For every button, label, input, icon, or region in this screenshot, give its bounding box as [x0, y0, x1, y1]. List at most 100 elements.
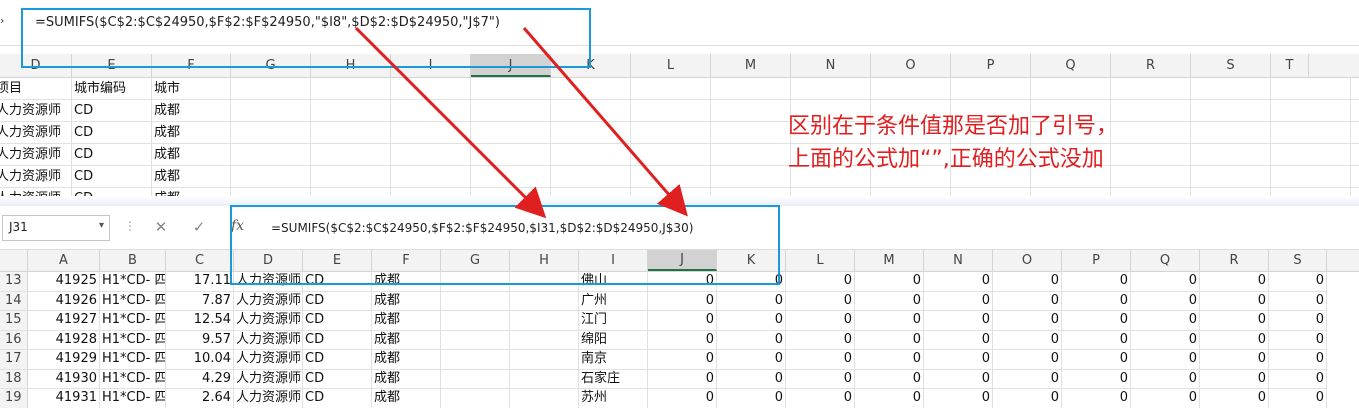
col-header[interactable]: L — [631, 54, 711, 77]
cell[interactable]: 0 — [1062, 369, 1131, 389]
col-header[interactable]: A — [28, 250, 100, 271]
cell[interactable]: 0 — [993, 350, 1062, 370]
cell[interactable]: 成都 — [152, 166, 231, 188]
cell[interactable]: 0 — [924, 272, 993, 292]
cell[interactable]: 绵阳 — [579, 330, 648, 350]
cell[interactable]: 0 — [717, 291, 786, 311]
fx-icon[interactable]: fx — [231, 218, 244, 234]
cell[interactable]: 人力资源师 — [234, 350, 303, 370]
cell[interactable]: H1*CD- 四, — [100, 291, 166, 311]
cell[interactable]: 0 — [648, 330, 717, 350]
col-header[interactable]: P — [1062, 250, 1131, 271]
cell[interactable]: H1*CD- 四, — [100, 272, 166, 292]
cell[interactable]: 人力资源师 — [0, 100, 72, 122]
cell[interactable]: 7.87 — [166, 291, 234, 311]
col-header[interactable]: G — [441, 250, 510, 271]
cell[interactable]: 41927 — [28, 311, 100, 331]
col-header[interactable]: P — [951, 54, 1031, 77]
cell[interactable]: 0 — [1062, 330, 1131, 350]
cell[interactable]: CD — [72, 144, 152, 166]
cell[interactable]: 0 — [1062, 350, 1131, 370]
cell[interactable]: 0 — [786, 330, 855, 350]
cell[interactable]: 佛山 — [579, 272, 648, 292]
cancel-icon[interactable]: ✕ — [150, 218, 172, 236]
cell[interactable]: CD — [303, 330, 372, 350]
cell[interactable] — [510, 369, 579, 389]
cell[interactable]: 0 — [786, 369, 855, 389]
col-header[interactable]: L — [786, 250, 855, 271]
row-header[interactable]: 13 — [0, 272, 28, 292]
cell[interactable]: 0 — [924, 291, 993, 311]
cell[interactable]: 0 — [1269, 291, 1327, 311]
cell[interactable]: 0 — [993, 389, 1062, 408]
cell[interactable]: 0 — [717, 330, 786, 350]
col-header[interactable]: M — [711, 54, 791, 77]
cell[interactable]: 41930 — [28, 369, 100, 389]
col-header[interactable]: K — [551, 54, 631, 77]
col-header[interactable]: E — [303, 250, 372, 271]
cell[interactable]: 0 — [1269, 350, 1327, 370]
cell[interactable]: 0 — [1269, 389, 1327, 408]
cell[interactable]: H1*CD- 四, — [100, 311, 166, 331]
cell[interactable]: 人力资源师 — [234, 291, 303, 311]
bottom-formula-text[interactable]: =SUMIFS($C$2:$C$24950,$F$2:$F$24950,$I31… — [271, 221, 693, 235]
cell[interactable]: 0 — [717, 389, 786, 408]
col-header[interactable]: I — [391, 54, 471, 77]
col-header[interactable]: S — [1269, 250, 1327, 271]
cell[interactable] — [441, 350, 510, 370]
cell[interactable]: CD — [303, 272, 372, 292]
col-header[interactable]: H — [311, 54, 391, 77]
row-header[interactable]: 18 — [0, 369, 28, 389]
cell[interactable]: 广州 — [579, 291, 648, 311]
cell[interactable]: 0 — [1200, 369, 1269, 389]
col-header[interactable]: S — [1191, 54, 1271, 77]
cell[interactable]: 成都 — [372, 389, 441, 408]
cell[interactable]: 0 — [1200, 389, 1269, 408]
cell[interactable] — [441, 291, 510, 311]
cell[interactable]: H1*CD- 四, — [100, 330, 166, 350]
cell[interactable]: 0 — [855, 311, 924, 331]
row-header[interactable]: 15 — [0, 311, 28, 331]
cell[interactable]: 苏州 — [579, 389, 648, 408]
col-header-selected[interactable]: J — [648, 250, 717, 271]
cell[interactable]: 人力资源师 — [234, 369, 303, 389]
col-header[interactable]: B — [100, 250, 166, 271]
cell[interactable]: 0 — [993, 291, 1062, 311]
cell[interactable]: 0 — [993, 369, 1062, 389]
col-header[interactable]: D — [234, 250, 303, 271]
col-header[interactable]: R — [1200, 250, 1269, 271]
cell[interactable]: 0 — [648, 291, 717, 311]
cell[interactable]: CD — [72, 166, 152, 188]
cell[interactable]: 0 — [786, 311, 855, 331]
cell[interactable]: 0 — [924, 350, 993, 370]
cell[interactable]: 成都 — [152, 100, 231, 122]
confirm-icon[interactable]: ✓ — [188, 218, 210, 236]
cell[interactable]: 0 — [924, 311, 993, 331]
col-header[interactable]: M — [855, 250, 924, 271]
cell[interactable]: 人力资源师 — [0, 166, 72, 188]
row-header[interactable]: 17 — [0, 350, 28, 370]
cell[interactable] — [441, 389, 510, 408]
cell[interactable]: 0 — [1200, 272, 1269, 292]
name-box[interactable]: J31 ▾ — [2, 215, 110, 241]
cell[interactable]: 0 — [1269, 369, 1327, 389]
cell[interactable]: 41926 — [28, 291, 100, 311]
cell[interactable]: 2.64 — [166, 389, 234, 408]
col-header[interactable]: H — [510, 250, 579, 271]
col-header[interactable]: O — [993, 250, 1062, 271]
cell[interactable]: 10.04 — [166, 350, 234, 370]
cell[interactable]: 0 — [924, 389, 993, 408]
cell[interactable]: 0 — [1131, 389, 1200, 408]
cell[interactable]: 人力资源师 — [0, 122, 72, 144]
cell[interactable]: 0 — [717, 350, 786, 370]
cell[interactable]: 0 — [1131, 272, 1200, 292]
col-header[interactable]: N — [924, 250, 993, 271]
col-header[interactable]: Q — [1131, 250, 1200, 271]
top-formula-text[interactable]: =SUMIFS($C$2:$C$24950,$F$2:$F$24950,"$I8… — [35, 15, 500, 30]
chevron-down-icon[interactable]: ▾ — [99, 220, 104, 231]
cell[interactable]: 0 — [648, 350, 717, 370]
cell[interactable]: 人力资源师 — [234, 330, 303, 350]
cell[interactable]: 0 — [717, 311, 786, 331]
cell[interactable]: 0 — [786, 272, 855, 292]
cell[interactable]: 41925 — [28, 272, 100, 292]
